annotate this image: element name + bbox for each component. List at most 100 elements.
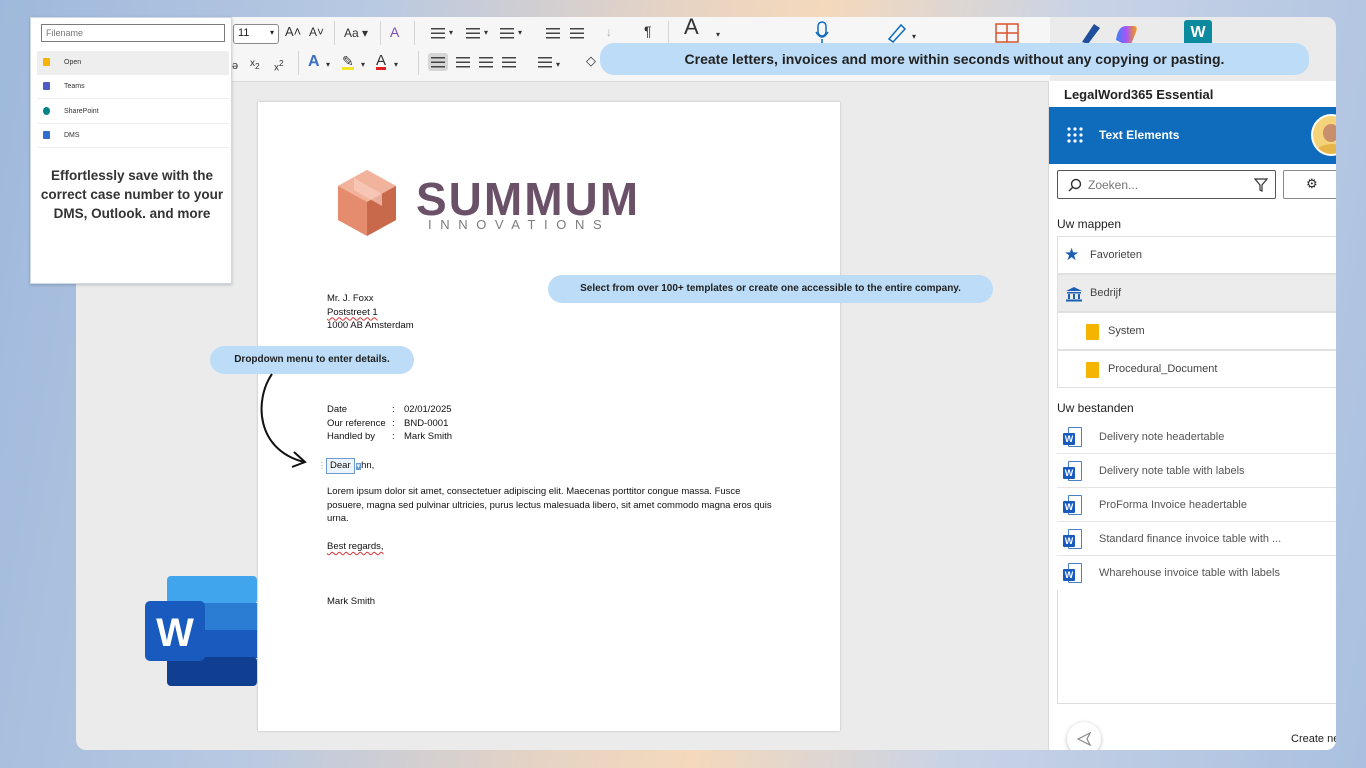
styles-dropdown-icon[interactable]: ▾ (716, 28, 720, 42)
save-description: Effortlessly save with the correct case … (40, 168, 224, 221)
app-launcher-icon[interactable] (1067, 127, 1083, 143)
align-right-icon[interactable] (479, 57, 493, 68)
multilevel-dropdown-icon[interactable]: ▾ (518, 26, 522, 40)
bank-icon (1066, 287, 1082, 302)
folder-label: Bedrijf (1090, 287, 1122, 299)
detail-value[interactable]: 02/01/2025 (404, 403, 452, 417)
word-file-icon: W (1063, 427, 1083, 449)
line-spacing-icon[interactable] (538, 57, 552, 68)
dms-icon (43, 131, 50, 139)
font-size-value: 11 (238, 27, 250, 39)
sort-icon[interactable]: ↓ (606, 25, 612, 39)
folder-procedural-document[interactable]: Procedural_Document (1057, 350, 1336, 388)
strikethrough-icon[interactable]: ə (232, 59, 238, 73)
change-case-label: Aa (344, 26, 359, 40)
folders-heading: Uw mappen (1057, 217, 1122, 231)
editor-icon[interactable] (886, 21, 908, 43)
detail-row-handled-by: Handled by: Mark Smith (327, 430, 527, 444)
details-table: Date:02/01/2025 Our reference: BND-0001 H… (327, 403, 527, 444)
paragraph-mark-icon[interactable]: ¶ (644, 24, 652, 38)
taskpane-header: Text Elements (1049, 107, 1336, 164)
folder-system[interactable]: System (1057, 312, 1336, 350)
highlight-icon[interactable]: ✎ (342, 54, 354, 70)
increase-indent-icon[interactable] (570, 28, 584, 39)
editor-dropdown-icon[interactable]: ▾ (912, 30, 916, 44)
detail-value[interactable]: BND-0001 (404, 417, 448, 431)
bullets-icon[interactable] (431, 28, 445, 39)
text-effects-icon[interactable]: A (308, 54, 320, 70)
save-option-open[interactable]: Open (37, 51, 229, 75)
detail-label: Handled by (327, 431, 376, 443)
salutation-rest: hn, (361, 460, 375, 471)
folder-label: Procedural_Document (1108, 363, 1218, 375)
font-color-icon[interactable]: A (376, 53, 387, 70)
shading-icon[interactable]: ◇ (586, 54, 596, 68)
avatar[interactable] (1311, 114, 1336, 156)
file-item[interactable]: W ProForma Invoice headertable (1057, 488, 1336, 522)
superscript-icon[interactable]: x2 (274, 56, 284, 75)
send-button[interactable] (1067, 722, 1101, 750)
save-option-dms[interactable]: DMS (37, 124, 229, 148)
decrease-indent-icon[interactable] (546, 28, 560, 39)
files-heading: Uw bestanden (1057, 401, 1134, 415)
filename-input[interactable] (41, 24, 225, 42)
numbering-icon[interactable] (466, 28, 480, 39)
detail-label: Our reference (327, 417, 386, 429)
taskpane-title: LegalWord365 Essential (1064, 87, 1214, 102)
salutation-value: Dear (330, 460, 351, 471)
file-label: Delivery note headertable (1099, 431, 1225, 443)
folder-label: Favorieten (1090, 249, 1142, 261)
summum-logo-icon (338, 170, 396, 236)
search-icon (1068, 178, 1082, 192)
file-label: Delivery note table with labels (1099, 465, 1245, 477)
address-block: Mr. J. Foxx Poststreet 1 1000 AB Amsterd… (327, 292, 414, 333)
font-size-select[interactable]: 11 ▾ (233, 24, 279, 44)
align-center-icon[interactable] (456, 57, 470, 68)
letter-signature: Mark Smith (327, 596, 376, 607)
file-item[interactable]: W Wharehouse invoice table with labels (1057, 556, 1336, 590)
text-effects-dropdown-icon[interactable]: ▾ (326, 58, 330, 72)
filter-icon[interactable] (1254, 178, 1268, 192)
font-color-dropdown-icon[interactable]: ▾ (394, 58, 398, 72)
bullets-dropdown-icon[interactable]: ▾ (449, 26, 453, 40)
person-settings-button[interactable]: ⚙ (1283, 170, 1336, 199)
highlight-dropdown-icon[interactable]: ▾ (361, 58, 365, 72)
address-city: 1000 AB Amsterdam (327, 320, 414, 332)
subscript-icon[interactable]: x2 (250, 57, 260, 73)
sharepoint-icon (43, 107, 50, 115)
file-item[interactable]: W Standard finance invoice table with ... (1057, 522, 1336, 556)
shrink-font-icon[interactable]: A˅ (309, 25, 324, 39)
numbering-dropdown-icon[interactable]: ▾ (484, 26, 488, 40)
clear-formatting-icon[interactable]: A (390, 25, 399, 39)
styles-icon[interactable]: A (684, 17, 699, 38)
save-option-label: SharePoint (64, 108, 99, 115)
search-input[interactable] (1088, 175, 1238, 194)
document-page[interactable]: SUMMUM INNOVATIONS Mr. J. Foxx Poststree… (258, 102, 840, 731)
grow-font-icon[interactable]: A˄ (285, 25, 301, 39)
folder-favorieten[interactable]: ★ Favorieten (1057, 236, 1336, 274)
salutation-dropdown[interactable]: Dear (326, 458, 355, 474)
file-item[interactable]: W Delivery note table with labels (1057, 454, 1336, 488)
save-option-teams[interactable]: Teams (37, 75, 229, 99)
detail-value[interactable]: Mark Smith (404, 430, 452, 444)
multilevel-list-icon[interactable] (500, 28, 514, 39)
send-icon (1077, 732, 1091, 746)
justify-icon[interactable] (502, 57, 516, 68)
search-box[interactable] (1057, 170, 1276, 199)
file-label: Standard finance invoice table with ... (1099, 533, 1282, 545)
detail-separator: : (392, 404, 395, 415)
folder-icon (1086, 362, 1099, 378)
detail-separator: : (392, 431, 395, 443)
letter-closing: Best regards, (327, 541, 384, 552)
line-spacing-dropdown-icon[interactable]: ▾ (556, 58, 560, 72)
taskpane-titlebar: LegalWord365 Essential (1049, 81, 1336, 107)
file-item[interactable]: W Delivery note headertable (1057, 420, 1336, 454)
change-case-button[interactable]: Aa ▾ (344, 26, 368, 40)
word-file-icon: W (1063, 461, 1083, 483)
folder-bedrijf[interactable]: Bedrijf (1057, 274, 1336, 312)
save-option-sharepoint[interactable]: SharePoint (37, 100, 229, 124)
detail-label: Date (327, 404, 348, 415)
create-new-button[interactable]: Create ne (1291, 733, 1336, 745)
align-left-button[interactable] (428, 53, 448, 71)
designer-icon[interactable] (994, 22, 1020, 44)
